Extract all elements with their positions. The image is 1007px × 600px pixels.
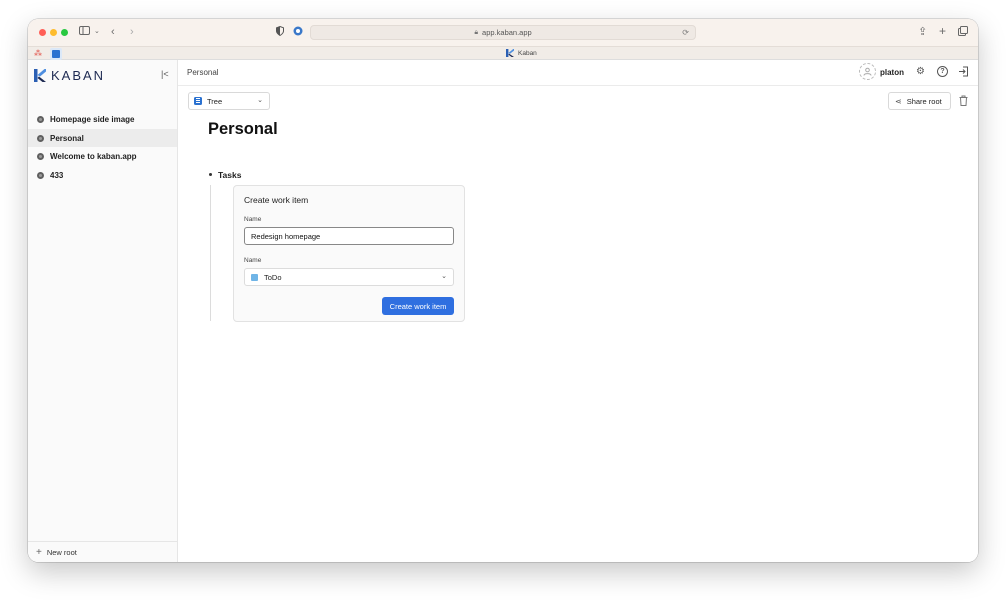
status-select[interactable]: ToDo ⌄ — [244, 268, 454, 286]
back-icon[interactable]: ‹ — [111, 26, 115, 38]
sidebar-item-homepage-side-image[interactable]: Homepage side image — [28, 110, 177, 128]
name-field-label: Name — [244, 216, 262, 223]
collapse-sidebar-icon[interactable]: |< — [161, 69, 169, 79]
root-dot-icon — [37, 134, 44, 142]
kaban-logo-icon — [34, 69, 46, 82]
lock-icon: 🔒︎ — [474, 28, 479, 36]
sidebar-toggle-icon[interactable] — [79, 26, 90, 38]
sidebar-item-label: Personal — [50, 133, 84, 143]
browser-window: ⌄ ‹ › 🔒︎ app.kaban.app ⟳ ⇪ + ⁂ Kaban KAB… — [28, 19, 978, 562]
sidebar-item-label: Homepage side image — [50, 114, 135, 124]
status-field-label: Name — [244, 257, 262, 264]
view-mode-select[interactable]: Tree ⌄ — [188, 92, 270, 110]
view-mode-label: Tree — [207, 96, 223, 106]
share-icon: ⋖ — [895, 96, 902, 106]
new-root-label: New root — [46, 547, 77, 557]
brand-name: KABAN — [51, 68, 106, 83]
share-page-icon[interactable]: ⇪ — [918, 26, 927, 38]
pinned-tab-asana-icon[interactable]: ⁂ — [32, 48, 44, 60]
form-title: Create work item — [244, 195, 309, 205]
chevron-down-icon: ⌄ — [441, 273, 447, 280]
create-work-item-button[interactable]: Create work item — [382, 297, 454, 315]
logout-icon[interactable] — [958, 66, 969, 77]
address-url: app.kaban.app — [482, 28, 532, 37]
address-bar[interactable]: 🔒︎ app.kaban.app ⟳ — [310, 25, 696, 40]
username[interactable]: platon — [880, 68, 904, 77]
page-title: Personal — [208, 120, 278, 138]
share-root-label: Share root — [906, 96, 942, 106]
shield-icon[interactable] — [276, 25, 284, 39]
new-tab-icon[interactable]: + — [939, 25, 946, 37]
browser-toolbar: ⌄ ‹ › 🔒︎ app.kaban.app ⟳ ⇪ + — [28, 19, 978, 46]
root-dot-icon — [37, 115, 44, 123]
sidebar-item-433[interactable]: 433 — [28, 166, 177, 184]
sidebar-item-label: Welcome to kaban.app — [50, 151, 137, 161]
zoom-window-button[interactable] — [61, 29, 68, 36]
root-dot-icon — [37, 171, 44, 179]
status-color-swatch — [251, 273, 258, 281]
breadcrumb[interactable]: Personal — [187, 68, 219, 77]
sidebar: KABAN |< Homepage side image Personal We… — [28, 60, 178, 562]
tab-overview-icon[interactable] — [958, 26, 968, 39]
root-dot-icon — [37, 152, 44, 160]
close-window-button[interactable] — [39, 29, 46, 36]
password-extension-icon[interactable] — [293, 26, 303, 39]
plus-icon: + — [36, 546, 42, 558]
status-select-value: ToDo — [264, 272, 282, 282]
name-input[interactable] — [244, 227, 454, 245]
minimize-window-button[interactable] — [50, 29, 57, 36]
create-work-item-form: Create work item Name Name ToDo ⌄ Create… — [233, 185, 465, 322]
brand[interactable]: KABAN — [34, 68, 105, 83]
user-icon — [863, 67, 872, 76]
main-header: Personal platon ⚙ ? — [178, 60, 978, 86]
tab-bar: ⁂ Kaban — [28, 46, 978, 60]
pinned-tab-trello-icon[interactable] — [50, 48, 62, 60]
sidebar-item-label: 433 — [50, 170, 64, 180]
sidebar-item-personal[interactable]: Personal — [28, 129, 177, 147]
main-content: Personal platon ⚙ ? Tree ⌄ ⋖ Share root — [178, 60, 978, 562]
forward-icon[interactable]: › — [130, 26, 134, 38]
tree-connector — [210, 185, 211, 321]
help-icon[interactable]: ? — [937, 66, 948, 77]
chevron-down-icon[interactable]: ⌄ — [94, 26, 100, 38]
tab-title-label: Kaban — [518, 49, 537, 57]
active-tab[interactable]: Kaban — [506, 49, 537, 57]
kaban-logo-icon — [506, 49, 514, 57]
share-root-button[interactable]: ⋖ Share root — [888, 92, 951, 110]
tasks-node-label[interactable]: Tasks — [218, 170, 241, 180]
trash-icon[interactable] — [959, 95, 968, 106]
chevron-down-icon: ⌄ — [257, 97, 263, 104]
new-root-button[interactable]: + New root — [28, 541, 177, 562]
sidebar-item-welcome[interactable]: Welcome to kaban.app — [28, 147, 177, 165]
gear-icon[interactable]: ⚙ — [915, 66, 926, 77]
reload-icon[interactable]: ⟳ — [682, 28, 689, 37]
avatar[interactable] — [859, 63, 876, 80]
tree-bullet[interactable] — [209, 173, 212, 176]
tree-view-icon — [194, 97, 202, 105]
